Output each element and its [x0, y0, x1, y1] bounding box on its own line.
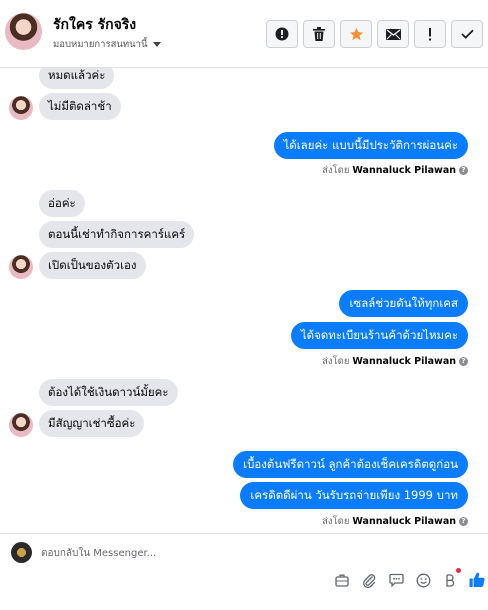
message-outgoing: เบื้องต้นฟรีดาวน์ ลูกค้าต้องเช็คเครดิตดู…: [233, 451, 468, 478]
emoji-button[interactable]: [414, 571, 432, 589]
message-bubble[interactable]: มีสัญญาเช่าซื้อค่ะ: [39, 410, 145, 437]
b-letter-icon: [446, 573, 455, 587]
page-avatar: [11, 542, 32, 563]
envelope-icon: [385, 28, 401, 40]
follow-up-button[interactable]: [414, 20, 446, 48]
contact-name[interactable]: รักใคร รักจริง: [53, 14, 136, 36]
attach-button[interactable]: [360, 571, 378, 589]
alert-circle-icon: [275, 27, 289, 41]
caret-down-icon: [152, 42, 161, 47]
message-bubble[interactable]: ตอนนี้เช่าทำกิจการคาร์แคร์: [39, 221, 195, 248]
done-button[interactable]: [451, 20, 483, 48]
reply-composer: ตอบกลับใน Messenger...: [0, 533, 488, 610]
header-actions: [266, 20, 483, 48]
checkmark-icon: [460, 29, 474, 39]
message-bubble[interactable]: หมดแล้วค่ะ: [39, 68, 115, 89]
b-button[interactable]: [441, 568, 461, 589]
exclamation-icon: [429, 27, 431, 40]
composer-toolbar: [333, 568, 486, 589]
chat-bubble-icon: [388, 573, 404, 587]
message-thread[interactable]: หมดแล้วค่ะ ไม่มีติดล่าช้า ได้เลยค่ะ แบบน…: [0, 68, 488, 533]
message-outgoing: ได้จดทะเบียนร้านค้าด้วยไหมคะ: [290, 322, 468, 349]
star-icon: [349, 27, 363, 40]
message-bubble[interactable]: อ่อค่ะ: [39, 190, 85, 217]
star-button[interactable]: [340, 20, 372, 48]
assign-conversation-label: มอบหมายการสนทนานี้: [53, 39, 148, 50]
message-bubble[interactable]: ไม่มีติดล่าช้า: [39, 93, 121, 120]
contact-avatar-small: [9, 413, 33, 437]
sent-by-prefix: ส่งโดย: [322, 165, 350, 176]
message-incoming: เปิดเป็นของตัวเอง: [39, 252, 146, 279]
info-icon[interactable]: ?: [459, 517, 468, 526]
sent-by-prefix: ส่งโดย: [322, 356, 350, 367]
assign-conversation-dropdown[interactable]: มอบหมายการสนทนานี้: [53, 37, 161, 52]
notification-dot: [456, 568, 461, 573]
message-bubble[interactable]: เครดิตดีผ่าน วันรับรถจ่ายเพียง 1999 บาท: [240, 482, 468, 509]
info-icon[interactable]: ?: [459, 166, 468, 175]
message-bubble[interactable]: ได้จดทะเบียนร้านค้าด้วยไหมคะ: [290, 322, 468, 349]
message-incoming: มีสัญญาเช่าซื้อค่ะ: [39, 410, 145, 437]
unread-button[interactable]: [377, 20, 409, 48]
message-incoming: หมดแล้วค่ะ: [39, 68, 115, 89]
contact-avatar-small: [9, 96, 33, 120]
spam-button[interactable]: [266, 20, 298, 48]
sender-name[interactable]: Wannaluck Pilawan: [352, 356, 456, 367]
trash-icon: [313, 27, 325, 41]
message-outgoing: เซลล์ช่วยดันให้ทุกเคส: [339, 290, 468, 317]
message-bubble[interactable]: เบื้องต้นฟรีดาวน์ ลูกค้าต้องเช็คเครดิตดู…: [233, 451, 468, 478]
conversation-header: รักใคร รักจริง มอบหมายการสนทนานี้: [0, 0, 488, 68]
sender-name[interactable]: Wannaluck Pilawan: [352, 516, 456, 527]
message-incoming: อ่อค่ะ: [39, 190, 85, 217]
reply-input[interactable]: ตอบกลับใน Messenger...: [41, 546, 156, 561]
briefcase-icon: [335, 574, 349, 587]
sent-by-line: ส่งโดย Wannaluck Pilawan ?: [322, 163, 468, 178]
message-incoming: ไม่มีติดล่าช้า: [39, 93, 121, 120]
message-bubble[interactable]: ได้เลยค่ะ แบบนี้มีประวัติการผ่อนค่ะ: [273, 132, 468, 159]
sender-name[interactable]: Wannaluck Pilawan: [352, 165, 456, 176]
info-icon[interactable]: ?: [459, 357, 468, 366]
delete-button[interactable]: [303, 20, 335, 48]
message-incoming: ตอนนี้เช่าทำกิจการคาร์แคร์: [39, 221, 195, 248]
contact-avatar[interactable]: [5, 13, 42, 50]
message-incoming: ต้องได้ใช้เงินดาวน์มั้ยคะ: [39, 379, 178, 406]
message-bubble[interactable]: เปิดเป็นของตัวเอง: [39, 252, 146, 279]
paperclip-icon: [363, 573, 376, 588]
saved-replies-button[interactable]: [333, 571, 351, 589]
thumbs-up-icon: [469, 572, 485, 587]
emoji-icon: [416, 573, 430, 587]
like-button[interactable]: [468, 571, 486, 589]
message-outgoing: ได้เลยค่ะ แบบนี้มีประวัติการผ่อนค่ะ: [273, 132, 468, 159]
message-outgoing: เครดิตดีผ่าน วันรับรถจ่ายเพียง 1999 บาท: [240, 482, 468, 509]
sent-by-line: ส่งโดย Wannaluck Pilawan ?: [322, 514, 468, 529]
chat-button[interactable]: [387, 571, 405, 589]
message-bubble[interactable]: ต้องได้ใช้เงินดาวน์มั้ยคะ: [39, 379, 178, 406]
message-bubble[interactable]: เซลล์ช่วยดันให้ทุกเคส: [339, 290, 468, 317]
contact-avatar-small: [9, 255, 33, 279]
sent-by-prefix: ส่งโดย: [322, 516, 350, 527]
sent-by-line: ส่งโดย Wannaluck Pilawan ?: [322, 354, 468, 369]
